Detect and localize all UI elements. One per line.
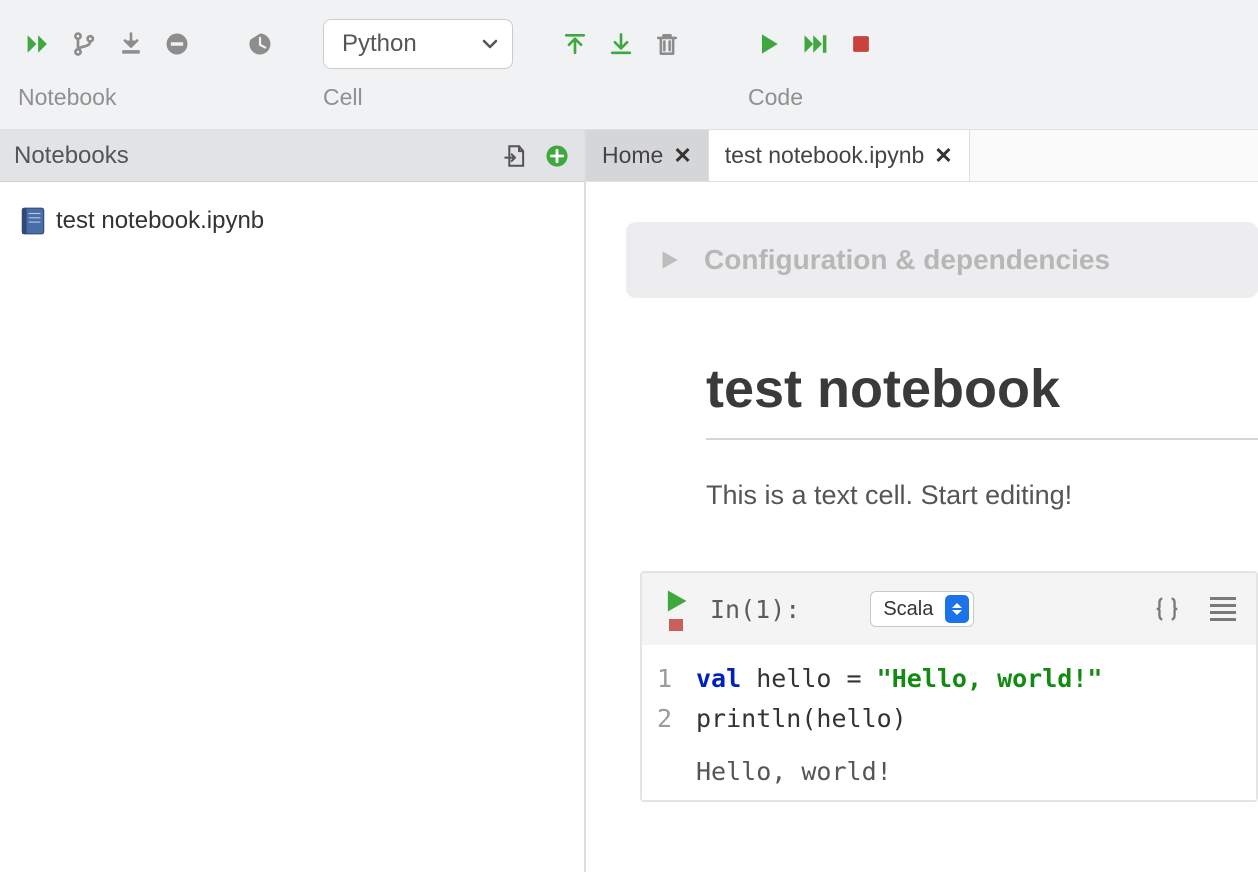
cell-language-value: Scala: [883, 598, 933, 621]
toolbar-group-code: Code: [706, 0, 900, 129]
cell-language-selected: Python: [342, 30, 417, 58]
toolbar-group-cell: Python Cell: [299, 0, 706, 129]
file-item[interactable]: test notebook.ipynb: [14, 202, 570, 240]
tab-home[interactable]: Home ✕: [586, 130, 709, 181]
divider: [706, 438, 1258, 440]
toolbar-group-notebook: Notebook: [0, 0, 299, 129]
download-button[interactable]: [110, 23, 152, 65]
play-icon: [656, 247, 682, 273]
sidebar-header: Notebooks: [0, 130, 584, 182]
sidebar-title: Notebooks: [14, 142, 129, 170]
move-cell-down-button[interactable]: [600, 23, 642, 65]
cell-in-label: In(1):: [710, 595, 800, 624]
tab-label: Home: [602, 142, 663, 169]
cell-language-dropdown[interactable]: Python: [323, 19, 513, 69]
stop-circle-button[interactable]: [156, 23, 198, 65]
delete-cell-button[interactable]: [646, 23, 688, 65]
toolbar: Notebook Python Cell: [0, 0, 1258, 130]
run-cell-button[interactable]: [748, 23, 790, 65]
move-cell-up-button[interactable]: [554, 23, 596, 65]
toolbar-label-code: Code: [740, 80, 890, 127]
new-notebook-icon[interactable]: [544, 143, 570, 169]
close-icon[interactable]: ✕: [673, 143, 691, 169]
main: Notebooks test notebook.ipynb: [0, 130, 1258, 872]
file-item-label: test notebook.ipynb: [56, 207, 264, 235]
branch-icon[interactable]: [64, 23, 106, 65]
cell-output: Hello, world!: [652, 757, 1246, 786]
config-label: Configuration & dependencies: [704, 244, 1110, 276]
braces-icon[interactable]: [1152, 594, 1182, 624]
sidebar-file-list: test notebook.ipynb: [0, 182, 584, 260]
tab-notebook[interactable]: test notebook.ipynb ✕: [709, 130, 970, 181]
chevron-down-icon: [480, 34, 500, 54]
import-notebook-icon[interactable]: [502, 143, 528, 169]
tab-bar: Home ✕ test notebook.ipynb ✕: [586, 130, 1258, 182]
notebook-title[interactable]: test notebook: [706, 358, 1258, 420]
code-line-content[interactable]: println(hello): [696, 699, 907, 739]
cell-header: In(1): Scala: [642, 573, 1256, 645]
toolbar-label-cell: Cell: [315, 80, 696, 127]
status-flag-icon: [669, 619, 683, 631]
menu-icon[interactable]: [1210, 597, 1236, 621]
toolbar-label-notebook: Notebook: [10, 80, 289, 127]
run-cell-inline-button[interactable]: [662, 587, 690, 631]
notebook-body: Configuration & dependencies test notebo…: [586, 182, 1258, 872]
notebook-file-icon: [20, 206, 46, 236]
stop-code-button[interactable]: [840, 23, 882, 65]
select-caret-icon: [945, 595, 969, 623]
code-editor[interactable]: 1 val hello = "Hello, world!" 2 println(hel…: [642, 645, 1256, 800]
code-line-content[interactable]: val hello = "Hello, world!": [696, 659, 1102, 699]
line-number: 2: [652, 699, 672, 739]
run-to-end-button[interactable]: [794, 23, 836, 65]
code-cell: In(1): Scala 1 val hello = "Hello, world!…: [640, 571, 1258, 802]
close-icon[interactable]: ✕: [934, 143, 952, 169]
line-number: 1: [652, 659, 672, 699]
sidebar: Notebooks test notebook.ipynb: [0, 130, 586, 872]
history-button[interactable]: [239, 23, 281, 65]
text-cell[interactable]: This is a text cell. Start editing!: [706, 480, 1258, 511]
run-all-button[interactable]: [18, 23, 60, 65]
tab-label: test notebook.ipynb: [725, 142, 924, 169]
content: Home ✕ test notebook.ipynb ✕ Configurati…: [586, 130, 1258, 872]
cell-language-select[interactable]: Scala: [870, 591, 974, 627]
config-dependencies-bar[interactable]: Configuration & dependencies: [626, 222, 1258, 298]
